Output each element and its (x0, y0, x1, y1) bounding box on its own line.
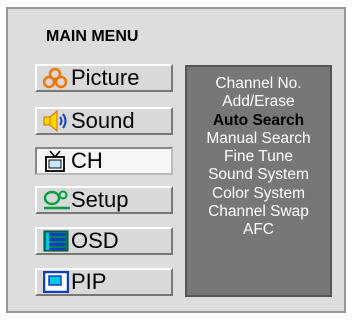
menu-item-label: Picture (71, 65, 140, 90)
submenu-item-fine-tune[interactable]: Fine Tune (187, 148, 330, 166)
pip-icon (43, 270, 71, 294)
submenu-item-color-system[interactable]: Color System (187, 185, 330, 203)
menu-item-label: OSD (71, 228, 119, 253)
menu-item-picture[interactable]: Picture (35, 64, 173, 92)
menu-item-label: Setup (71, 187, 129, 212)
tv-antenna-icon (43, 149, 71, 173)
menu-item-ch[interactable]: CH (35, 147, 173, 175)
setup-icon (43, 188, 71, 212)
submenu-item-auto-search[interactable]: Auto Search (187, 112, 330, 130)
menu-item-label: PIP (71, 269, 107, 294)
menu-item-label: CH (71, 148, 103, 173)
menu-item-pip[interactable]: PIP (35, 268, 173, 296)
submenu-item-sound-system[interactable]: Sound System (187, 166, 330, 184)
submenu-item-manual-search[interactable]: Manual Search (187, 130, 330, 148)
speaker-icon (43, 109, 71, 133)
menu-item-setup[interactable]: Setup (35, 186, 173, 214)
submenu-item-channel-swap[interactable]: Channel Swap (187, 203, 330, 221)
menu-item-osd[interactable]: OSD (35, 227, 173, 255)
menu-item-label: Sound (71, 108, 135, 133)
menu-title: MAIN MENU (46, 28, 139, 45)
submenu-item-afc[interactable]: AFC (187, 221, 330, 239)
osd-icon (43, 229, 71, 253)
menu-item-sound[interactable]: Sound (35, 107, 173, 135)
submenu-item-channel-no[interactable]: Channel No. (187, 75, 330, 93)
submenu-item-add-erase[interactable]: Add/Erase (187, 93, 330, 111)
picture-icon (43, 66, 71, 90)
ch-submenu-panel: Channel No. Add/Erase Auto Search Manual… (185, 65, 332, 297)
